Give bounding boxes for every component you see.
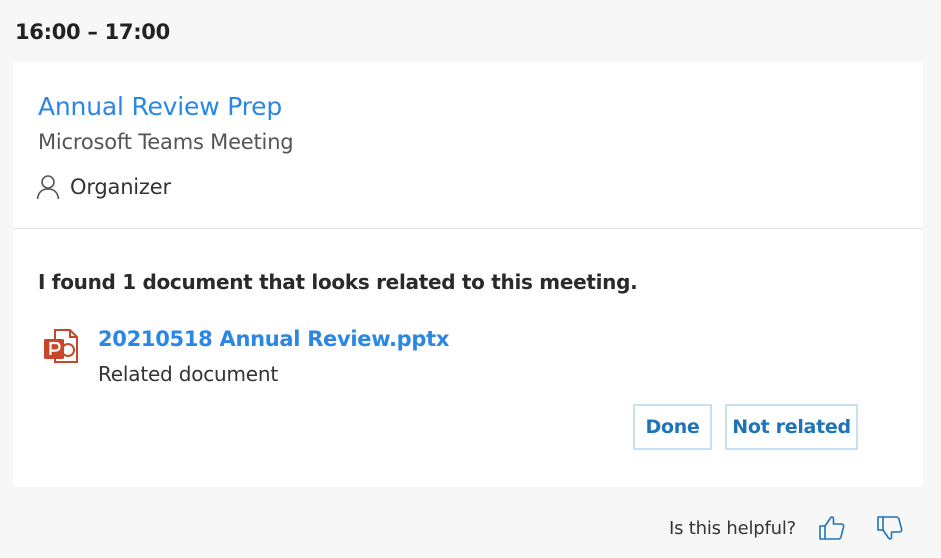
person-icon: [36, 175, 60, 200]
powerpoint-file-icon: [44, 329, 78, 363]
done-button[interactable]: Done: [633, 404, 712, 450]
related-documents-message: I found 1 document that looks related to…: [38, 270, 638, 294]
time-range-header: 16:00 – 17:00: [15, 20, 170, 44]
thumbs-up-icon[interactable]: [818, 514, 846, 542]
thumbs-down-icon[interactable]: [876, 514, 904, 542]
meeting-subtitle: Microsoft Teams Meeting: [38, 130, 294, 154]
meeting-title-link[interactable]: Annual Review Prep: [38, 92, 282, 121]
related-document-caption: Related document: [98, 362, 279, 386]
card-divider: [13, 228, 923, 229]
meeting-card: Annual Review Prep Microsoft Teams Meeti…: [13, 62, 923, 487]
organizer-label: Organizer: [70, 175, 171, 199]
organizer-row: Organizer: [36, 174, 171, 200]
related-document-link[interactable]: 20210518 Annual Review.pptx: [98, 327, 449, 351]
feedback-prompt: Is this helpful?: [669, 517, 796, 539]
feedback-row: Is this helpful?: [669, 514, 904, 542]
not-related-button[interactable]: Not related: [725, 404, 858, 450]
